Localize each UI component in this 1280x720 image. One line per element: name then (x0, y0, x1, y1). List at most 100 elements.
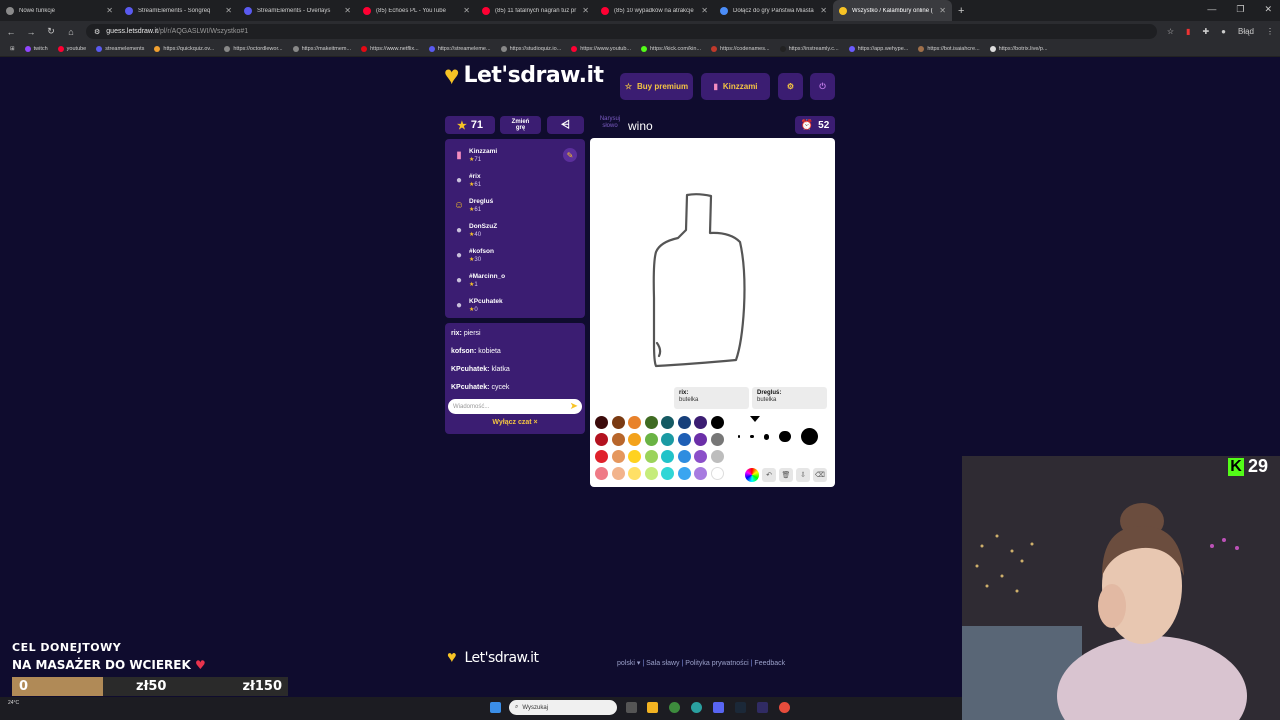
bookmark-item[interactable]: https://octordlewor... (224, 46, 283, 52)
windows-start-icon[interactable] (490, 702, 501, 713)
bookmark-star-icon[interactable]: ☆ (1167, 27, 1174, 36)
browser-tab[interactable]: (85) 11 fatalnych nagrań tuż pr ✕ (476, 0, 595, 21)
disable-chat-button[interactable]: Wyłącz czat × (445, 419, 585, 426)
logout-button[interactable]: ⏻ (810, 73, 835, 100)
bookmark-item[interactable]: https://makeitmem... (292, 46, 351, 52)
hall-of-fame-link[interactable]: Sala sławy (646, 660, 679, 667)
reload-icon[interactable]: ↻ (46, 26, 56, 37)
tab-close-icon[interactable]: ✕ (939, 6, 946, 15)
bookmark-item[interactable]: https://www.youtub... (571, 46, 631, 52)
color-swatch[interactable] (595, 433, 608, 446)
color-swatch[interactable] (628, 416, 641, 429)
bookmark-item[interactable]: https://bot.isaiahcre... (918, 46, 980, 52)
footer-logo[interactable]: ♥ Let'sdraw.it (447, 650, 539, 667)
brush-size-option[interactable] (779, 430, 791, 443)
color-swatch[interactable] (710, 416, 724, 429)
menu-icon[interactable]: ⋮ (1266, 27, 1274, 36)
minimize-icon[interactable]: — (1207, 4, 1216, 15)
new-tab-button[interactable]: + (952, 5, 964, 17)
back-icon[interactable]: ← (6, 27, 16, 37)
profile-avatar[interactable]: ● (1221, 27, 1226, 36)
trash-icon[interactable]: 🗑 (779, 468, 793, 482)
color-swatch[interactable] (694, 467, 707, 480)
privacy-policy-link[interactable]: Polityka prywatności (685, 660, 748, 667)
browser-tab[interactable]: Nowe funkcje ✕ (0, 0, 119, 21)
chrome-icon[interactable] (669, 702, 680, 713)
brush-size-option[interactable] (750, 434, 754, 439)
close-icon[interactable]: ✕ (1264, 4, 1272, 15)
change-game-button[interactable]: Zmień grę (500, 116, 541, 134)
app-icon-red[interactable] (779, 702, 790, 713)
settings-button[interactable]: ⚙ (778, 73, 803, 100)
color-swatch[interactable] (644, 416, 658, 429)
task-view-icon[interactable] (626, 702, 637, 713)
discord-icon[interactable] (713, 702, 724, 713)
tab-close-icon[interactable]: ✕ (701, 6, 708, 15)
color-swatch[interactable] (644, 433, 658, 446)
forward-icon[interactable]: → (26, 27, 36, 37)
color-swatch[interactable] (710, 467, 724, 480)
color-swatch[interactable] (661, 433, 674, 446)
buy-premium-button[interactable]: ☆ Buy premium (620, 73, 693, 100)
browser-tab[interactable]: (85) 10 wypadków na atrakcje ✕ (595, 0, 714, 21)
bookmark-item[interactable]: https://quickquiz.ov... (154, 46, 214, 52)
browser-tab[interactable]: Dołącz do gry Państwa Miasta ✕ (714, 0, 833, 21)
color-swatch[interactable] (710, 450, 724, 463)
download-icon[interactable]: ⇩ (796, 468, 810, 482)
bookmark-item[interactable]: https://codenames... (711, 46, 770, 52)
color-swatch[interactable] (694, 450, 707, 463)
bookmark-item[interactable]: https://instreamly.c... (779, 46, 839, 52)
steam-icon[interactable] (735, 702, 746, 713)
color-swatch[interactable] (611, 450, 625, 463)
bookmark-item[interactable]: https://app.wehype... (848, 46, 908, 52)
bookmark-item[interactable]: youtube (57, 46, 86, 52)
chat-input[interactable]: Wiadomość... ➤ (448, 399, 582, 414)
weather-widget[interactable]: 24°C (8, 700, 19, 706)
bookmark-item[interactable]: https://www.netflix... (361, 46, 419, 52)
tab-close-icon[interactable]: ✕ (225, 6, 232, 15)
bookmark-item[interactable]: https://kick.com/kin... (641, 46, 701, 52)
color-swatch[interactable] (694, 433, 707, 446)
taskbar-search[interactable]: ⌕ Wyszukaj (509, 700, 617, 715)
brush-size-option[interactable] (738, 435, 741, 438)
user-profile-button[interactable]: ▮ Kinzzami (701, 73, 770, 100)
color-swatch[interactable] (628, 433, 641, 446)
profile-error-label[interactable]: Błąd (1238, 27, 1254, 36)
language-select[interactable]: polski (617, 660, 635, 667)
app-icon[interactable] (691, 702, 702, 713)
color-swatch[interactable] (677, 433, 691, 446)
letsdraw-logo[interactable]: ♥ Let'sdraw.it (444, 62, 604, 88)
site-info-icon[interactable]: ⚙ (94, 28, 100, 36)
eraser-icon[interactable]: ⌫ (813, 468, 827, 482)
apps-icon[interactable]: ⊞ (10, 46, 15, 52)
browser-tab[interactable]: StreamElements - Songreq ✕ (119, 0, 238, 21)
color-swatch[interactable] (644, 467, 658, 480)
bookmark-item[interactable]: https://botrix.live/p... (989, 46, 1048, 52)
feedback-link[interactable]: Feedback (754, 660, 785, 667)
browser-tab[interactable]: Wszystko / Kalambury online (✕ (833, 0, 952, 21)
browser-tab[interactable]: StreamElements - Overlays ✕ (238, 0, 357, 21)
tab-close-icon[interactable]: ✕ (820, 6, 827, 15)
tab-close-icon[interactable]: ✕ (106, 6, 113, 15)
extension-icon[interactable]: ▮ (1186, 27, 1190, 36)
drawing-canvas[interactable] (590, 138, 835, 408)
color-swatch[interactable] (611, 416, 625, 429)
tab-close-icon[interactable]: ✕ (463, 6, 470, 15)
send-icon[interactable]: ➤ (570, 401, 578, 412)
obs-icon[interactable] (757, 702, 768, 713)
brush-size-option[interactable] (800, 428, 819, 446)
color-swatch[interactable] (628, 467, 641, 480)
undo-icon[interactable]: ↶ (762, 468, 776, 482)
browser-tab[interactable]: (85) Echoes PL - YouTube ✕ (357, 0, 476, 21)
color-swatch[interactable] (677, 467, 691, 480)
file-explorer-icon[interactable] (647, 702, 658, 713)
color-swatch[interactable] (677, 416, 691, 429)
color-swatch[interactable] (710, 433, 724, 446)
color-swatch[interactable] (611, 433, 625, 446)
tab-close-icon[interactable]: ✕ (344, 6, 351, 15)
restore-icon[interactable]: ❐ (1236, 4, 1244, 15)
bookmark-item[interactable]: https://studioquiz.io... (500, 46, 561, 52)
color-swatch[interactable] (661, 450, 674, 463)
bookmark-item[interactable]: https://streameleme... (428, 46, 491, 52)
bookmark-item[interactable]: twitch (24, 46, 48, 52)
